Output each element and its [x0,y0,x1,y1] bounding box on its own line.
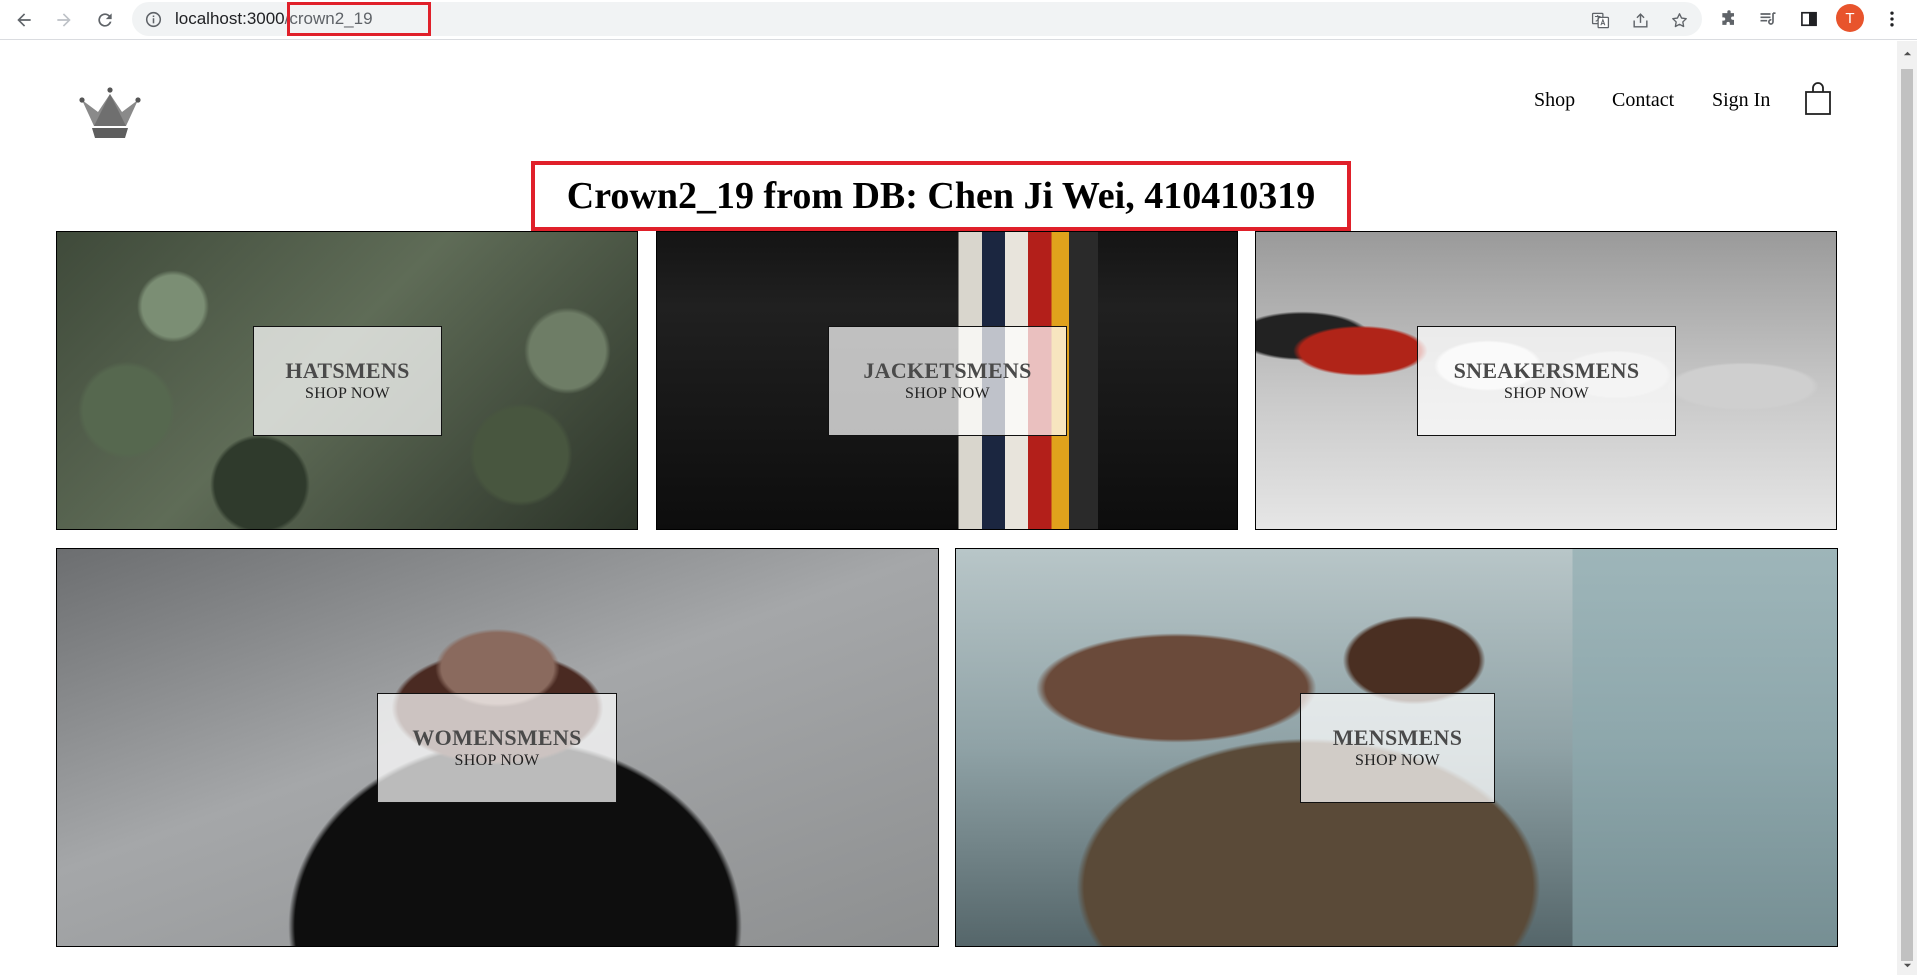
directory-item-mens[interactable]: MENSMENS SHOP NOW [955,548,1838,947]
directory-item-title: WOMENSMENS [412,725,582,750]
crown-logo-icon [79,87,141,138]
directory-item-label: HATSMENS SHOP NOW [253,326,442,436]
scroll-up-arrow-icon[interactable] [1901,47,1913,59]
back-button[interactable] [8,4,40,36]
shop-now-text: SHOP NOW [1355,752,1440,769]
directory-item-label: MENSMENS SHOP NOW [1300,693,1495,803]
nav-contact-link[interactable]: Contact [1612,88,1674,112]
directory-item-womens[interactable]: WOMENSMENS SHOP NOW [56,548,939,947]
url-host: localhost:3000 [175,9,285,28]
directory-item-label: WOMENSMENS SHOP NOW [377,693,617,803]
arrow-left-icon [17,13,31,27]
shop-now-text: SHOP NOW [1504,385,1589,402]
translate-icon[interactable] [1589,9,1611,31]
browser-menu-icon[interactable] [1878,5,1906,33]
crown-logo[interactable] [78,86,142,138]
extensions-puzzle-icon[interactable] [1715,5,1743,33]
scrollbar-thumb[interactable] [1901,69,1913,961]
shopping-bag-icon[interactable] [1804,82,1832,116]
reading-list-icon[interactable] [1754,5,1782,33]
directory-item-title: JACKETSMENS [863,358,1032,383]
page-title: Crown2_19 from DB: Chen Ji Wei, 41041031… [566,175,1316,217]
reload-button[interactable] [89,4,121,36]
forward-button[interactable] [48,4,80,36]
site-info-icon[interactable] [144,10,162,28]
directory-item-label: JACKETSMENS SHOP NOW [828,326,1067,436]
nav-sign-in-link[interactable]: Sign In [1712,88,1770,112]
directory-item-label: SNEAKERSMENS SHOP NOW [1417,326,1676,436]
bookmark-star-icon[interactable] [1668,9,1690,31]
url-highlight-box [287,2,431,36]
directory-item-sneakers[interactable]: SNEAKERSMENS SHOP NOW [1255,231,1837,530]
nav-shop-link[interactable]: Shop [1534,88,1575,112]
vertical-scrollbar[interactable] [1897,41,1917,975]
scroll-down-arrow-icon[interactable] [1901,959,1913,971]
directory-item-title: HATSMENS [285,358,410,383]
profile-avatar[interactable]: T [1836,4,1864,32]
share-icon[interactable] [1629,9,1651,31]
shop-now-text: SHOP NOW [905,385,990,402]
shop-now-text: SHOP NOW [454,752,540,769]
reload-icon [98,13,112,27]
arrow-right-icon [57,13,71,27]
side-panel-icon[interactable] [1795,5,1823,33]
directory-item-jackets[interactable]: JACKETSMENS SHOP NOW [656,231,1238,530]
page-title-box: Crown2_19 from DB: Chen Ji Wei, 41041031… [531,161,1351,231]
directory-item-hats[interactable]: HATSMENS SHOP NOW [56,231,638,530]
directory-item-title: MENSMENS [1332,725,1463,750]
shop-now-text: SHOP NOW [305,385,390,402]
directory-item-title: SNEAKERSMENS [1453,358,1640,383]
profile-initial: T [1845,9,1855,27]
browser-toolbar: localhost:3000/crown2_19 T [0,0,1917,40]
